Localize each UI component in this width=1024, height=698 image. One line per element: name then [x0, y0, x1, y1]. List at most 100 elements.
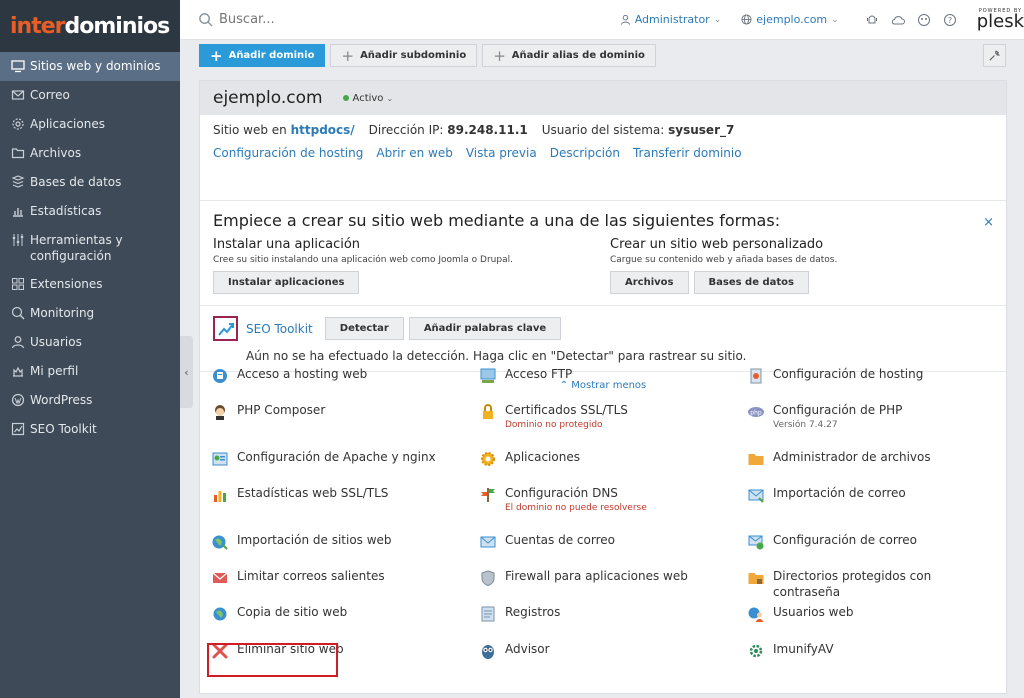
tool-ftp[interactable]: Acceso FTP	[478, 366, 572, 386]
status-label: Activo	[352, 92, 384, 104]
preview-link[interactable]: Vista previa	[466, 146, 537, 160]
tool-site-copy[interactable]: Copia de sitio web	[210, 604, 347, 624]
sidebar-item-bar-chart[interactable]: Estadísticas	[0, 197, 180, 226]
sidebar-item-label: Correo	[30, 88, 70, 102]
tool-label: PHP Composer	[237, 403, 326, 417]
tool-advisor-owl[interactable]: Advisor	[478, 641, 550, 661]
settings-wrench-button[interactable]	[983, 44, 1006, 67]
site-dir-link[interactable]: httpdocs/	[291, 123, 355, 137]
sidebar-item-mail[interactable]: Correo	[0, 81, 180, 110]
outgoing-mail-icon	[210, 568, 230, 588]
tool-site-import[interactable]: Importación de sitios web	[210, 532, 392, 552]
applications-gear-icon	[478, 449, 498, 469]
notifications-icon[interactable]	[865, 13, 879, 27]
seo-toolkit-link[interactable]: SEO Toolkit	[246, 322, 313, 336]
extensions-store-icon[interactable]	[917, 13, 931, 27]
tool-mail-settings[interactable]: Configuración de correo	[746, 532, 917, 552]
seo-toolkit-row: SEO Toolkit Detectar Añadir palabras cla…	[213, 316, 993, 341]
sidebar-item-database[interactable]: Bases de datos	[0, 168, 180, 197]
tool-hosting-settings[interactable]: Configuración de hosting	[746, 366, 923, 386]
tool-text: Directorios protegidos con contraseña	[773, 568, 1000, 600]
tool-label: Estadísticas web SSL/TLS	[237, 486, 389, 500]
sidebar-item-tools[interactable]: Herramientas y configuración	[0, 226, 180, 270]
tool-hosting-access[interactable]: Acceso a hosting web	[210, 366, 367, 386]
tool-text: Copia de sitio web	[237, 604, 347, 620]
tool-mail-import[interactable]: Importación de correo	[746, 485, 906, 505]
tool-text: Importación de correo	[773, 485, 906, 501]
tool-text: PHP Composer	[237, 402, 325, 418]
files-button[interactable]: Archivos	[610, 271, 689, 294]
detect-button[interactable]: Detectar	[324, 317, 404, 340]
cloud-icon[interactable]	[891, 13, 905, 27]
status-dropdown[interactable]: Activo ⌄	[342, 92, 393, 104]
sidebar-item-gear[interactable]: Aplicaciones	[0, 110, 180, 139]
tool-applications-gear[interactable]: Aplicaciones	[478, 449, 580, 469]
tool-logs[interactable]: Registros	[478, 604, 560, 624]
collapse-sidebar-button[interactable]: ‹	[180, 336, 193, 408]
tool-web-stats[interactable]: Estadísticas web SSL/TLS	[210, 485, 388, 505]
help-icon[interactable]: ?	[943, 13, 957, 27]
search-input[interactable]	[219, 12, 579, 27]
close-icon[interactable]: ×	[983, 215, 994, 230]
sidebar-item-seo-toolkit[interactable]: SEO Toolkit	[0, 415, 180, 444]
web-users-icon	[746, 604, 766, 624]
install-apps-button[interactable]: Instalar aplicaciones	[213, 271, 360, 294]
subscription-menu[interactable]: ejemplo.com ⌄	[741, 13, 839, 26]
add-subdomain-button[interactable]: + Añadir subdominio	[330, 44, 478, 67]
sidebar-item-folder[interactable]: Archivos	[0, 139, 180, 168]
tool-php[interactable]: php Configuración de PHP Versión 7.4.27	[746, 402, 902, 430]
tool-imunify[interactable]: ImunifyAV	[746, 641, 834, 661]
sidebar-item-extensions[interactable]: Extensiones	[0, 270, 180, 299]
subscription-label: ejemplo.com	[756, 13, 828, 26]
ip-address: Dirección IP: 89.248.11.1	[369, 123, 528, 137]
tool-apache-nginx[interactable]: Configuración de Apache y nginx	[210, 449, 436, 469]
sidebar-item-profile[interactable]: Mi perfil	[0, 357, 180, 386]
sidebar-item-label: Usuarios	[30, 335, 82, 349]
tool-label: Configuración de hosting	[773, 367, 924, 381]
domain-header: ejemplo.com Activo ⌄	[200, 81, 1006, 115]
getting-started-title: Empiece a crear su sitio web mediante a …	[213, 211, 781, 230]
tool-text: Acceso FTP	[505, 366, 572, 382]
tool-status: Dominio no protegido	[505, 420, 603, 430]
sidebar-item-label: Sitios web y dominios	[30, 59, 161, 73]
profile-icon	[10, 363, 25, 378]
tool-mail-accounts[interactable]: Cuentas de correo	[478, 532, 615, 552]
tool-ssl-lock[interactable]: Certificados SSL/TLS Dominio no protegido	[478, 402, 628, 430]
user-menu[interactable]: Administrator ⌄	[620, 13, 721, 26]
tool-label: Firewall para aplicaciones web	[505, 569, 688, 583]
tool-firewall-shield[interactable]: Firewall para aplicaciones web	[478, 568, 688, 588]
transfer-domain-link[interactable]: Transferir dominio	[633, 146, 742, 160]
tool-label: Aplicaciones	[505, 450, 580, 464]
hosting-settings-link[interactable]: Configuración de hosting	[213, 146, 363, 160]
user-icon	[620, 14, 630, 25]
tool-dns[interactable]: Configuración DNS El dominio no puede res…	[478, 485, 647, 513]
domain-toolbar: + Añadir dominio + Añadir subdominio + Añad…	[199, 44, 661, 67]
add-domain-alias-button[interactable]: + Añadir alias de dominio	[482, 44, 656, 67]
brand-logo[interactable]: inter dominios	[0, 0, 180, 52]
tool-label: Cuentas de correo	[505, 533, 615, 547]
seo-toolkit-logo-icon	[213, 316, 238, 341]
domain-info-row: Sitio web en httpdocs/ Dirección IP: 89.…	[213, 123, 993, 137]
domain-title[interactable]: ejemplo.com	[213, 88, 323, 108]
plesk-wordmark: plesk	[976, 10, 1024, 32]
tool-label: Configuración DNS	[505, 486, 618, 500]
tool-text: Configuración DNS El dominio no puede res…	[505, 485, 647, 513]
add-domain-button[interactable]: + Añadir dominio	[199, 44, 326, 67]
databases-button[interactable]: Bases de datos	[693, 271, 809, 294]
sidebar-item-monitor[interactable]: Sitios web y dominios	[0, 52, 180, 81]
sidebar-item-user[interactable]: Usuarios	[0, 328, 180, 357]
tool-web-users[interactable]: Usuarios web	[746, 604, 853, 624]
plus-icon: +	[493, 46, 506, 65]
dns-icon	[478, 485, 498, 505]
open-in-web-link[interactable]: Abrir en web	[376, 146, 452, 160]
tool-php-composer[interactable]: PHP Composer	[210, 402, 325, 422]
description-link[interactable]: Descripción	[550, 146, 620, 160]
sidebar-item-label: Extensiones	[30, 277, 103, 291]
tool-protected-dirs[interactable]: Directorios protegidos con contraseña	[746, 568, 1000, 600]
tool-outgoing-mail[interactable]: Limitar correos salientes	[210, 568, 385, 588]
sidebar-item-monitoring[interactable]: Monitoring	[0, 299, 180, 328]
sidebar-item-wordpress[interactable]: WordPress	[0, 386, 180, 415]
tool-file-manager[interactable]: Administrador de archivos	[746, 449, 931, 469]
tool-label: Importación de sitios web	[237, 533, 392, 547]
add-keywords-button[interactable]: Añadir palabras clave	[408, 317, 562, 340]
